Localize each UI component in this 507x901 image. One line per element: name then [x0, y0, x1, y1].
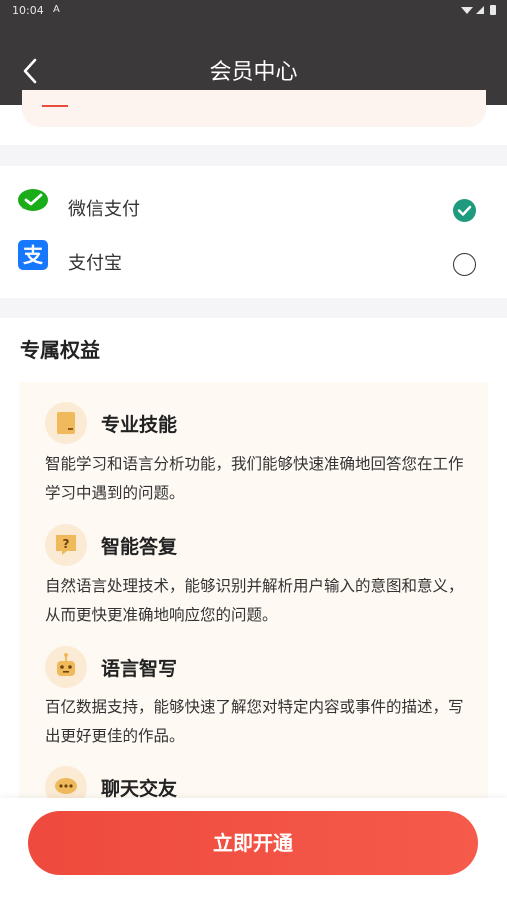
benefit-title: 聊天交友 — [101, 778, 178, 800]
benefits-card: 专业技能 智能学习和语言分析功能，我们能够快速准确地回答您在工作学习中遇到的问题… — [19, 382, 488, 822]
status-bar: 10:04 A — [0, 0, 507, 22]
svg-text:?: ? — [63, 537, 70, 551]
benefit-desc: 智能学习和语言分析功能，我们能够快速准确地回答您在工作学习中遇到的问题。 — [45, 455, 464, 502]
benefit-desc: 自然语言处理技术，能够识别并解析用户输入的意图和意义，从而更快更准确地响应您的问… — [45, 577, 464, 624]
activate-now-button[interactable]: 立即开通 — [28, 811, 478, 875]
benefits-title: 专属权益 — [20, 338, 100, 362]
footer-bar: 立即开通 — [0, 798, 507, 901]
question-bubble-icon: ? — [45, 524, 87, 566]
signal-battery-icon — [461, 5, 496, 15]
alipay-icon: 支 — [18, 240, 48, 270]
status-time: 10:04 — [12, 4, 44, 17]
wechat-pay-icon — [18, 189, 48, 211]
payment-label: 支付宝 — [68, 253, 122, 274]
svg-text:支: 支 — [23, 243, 44, 267]
status-icons — [459, 4, 499, 19]
radio-checked-icon[interactable] — [453, 199, 476, 222]
benefit-desc: 百亿数据支持，能够快速了解您对特定内容或事件的描述，写出更好更佳的作品。 — [45, 698, 464, 745]
notification-a-icon: A — [53, 4, 60, 15]
radio-unchecked-icon[interactable] — [453, 253, 476, 276]
page-title: 会员中心 — [209, 60, 298, 85]
plan-card-accent — [42, 105, 68, 107]
book-icon — [45, 402, 87, 444]
payment-option-wechat[interactable]: 微信支付 — [0, 175, 507, 225]
membership-plan-card[interactable] — [22, 90, 486, 127]
robot-icon — [45, 646, 87, 688]
payment-option-alipay[interactable]: 支 支付宝 — [0, 229, 507, 279]
payment-label: 微信支付 — [68, 199, 140, 220]
benefits-section: 专属权益 专业技能 智能学习和语言分析功能，我们能够快速准确地回答您在工作学习中… — [0, 318, 507, 822]
benefit-title: 语言智写 — [101, 658, 178, 680]
benefit-title: 专业技能 — [101, 414, 178, 436]
benefit-title: 智能答复 — [101, 536, 178, 558]
payment-methods: 微信支付 支 支付宝 — [0, 166, 507, 298]
